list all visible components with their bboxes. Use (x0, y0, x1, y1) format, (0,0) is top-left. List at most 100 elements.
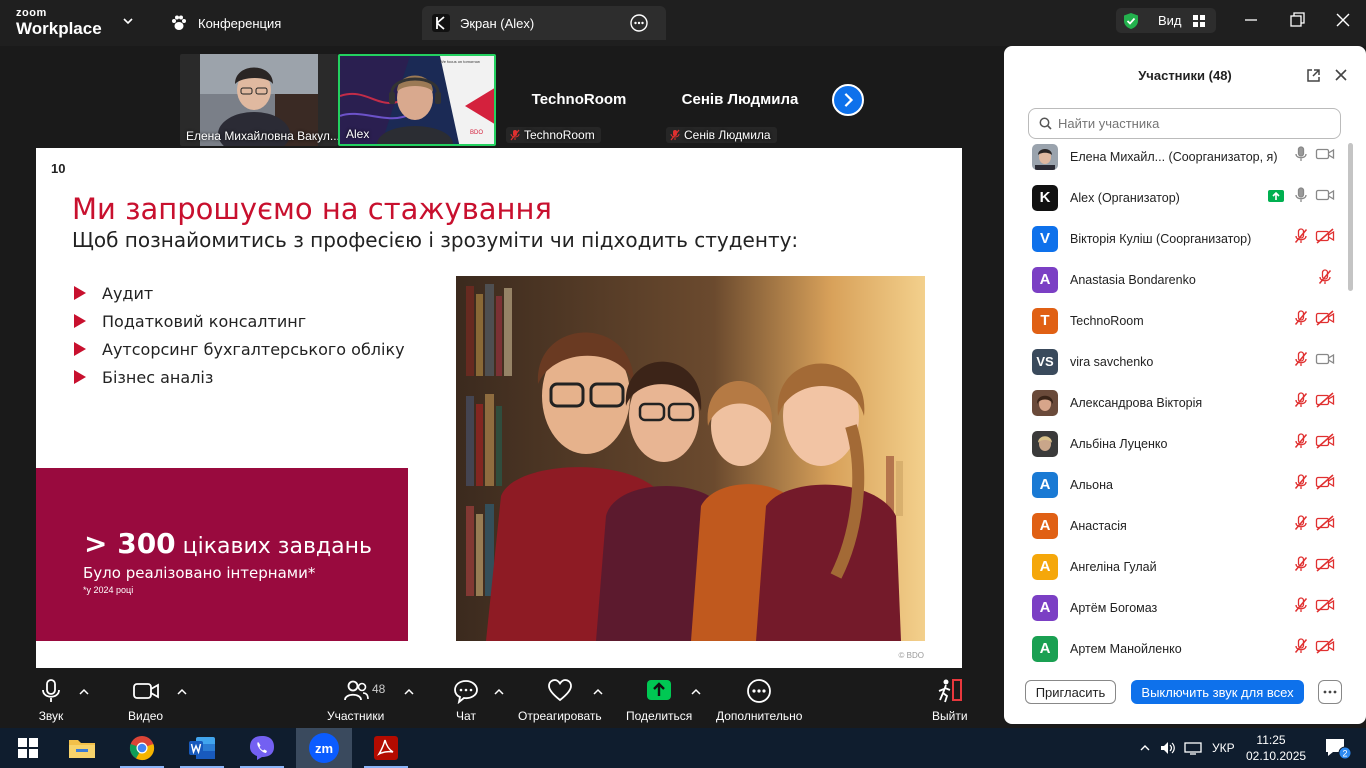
participant-row[interactable]: V Вікторія Куліш (Соорганизатор) (1004, 218, 1350, 259)
chevron-up-icon[interactable] (79, 688, 89, 696)
chevron-up-icon[interactable] (494, 688, 504, 696)
participant-row[interactable]: Альбіна Луценко (1004, 423, 1350, 464)
participant-row[interactable]: K Alex (Организатор) (1004, 177, 1350, 218)
taskbar-explorer[interactable] (54, 728, 110, 768)
viber-icon (250, 736, 274, 760)
shared-screen-slide[interactable]: 10 Ми запрошуємо на стажування Щоб позна… (36, 148, 962, 668)
video-tile-name: Alex (346, 127, 370, 141)
taskbar-word[interactable] (174, 728, 230, 768)
taskbar-viber[interactable] (234, 728, 290, 768)
video-tile-elena[interactable]: Елена Михайловна Вакул... (180, 54, 338, 146)
clock[interactable]: 11:25 02.10.2025 (1246, 732, 1306, 764)
chat-button[interactable]: Чат (453, 678, 479, 723)
more-button[interactable]: Дополнительно (716, 678, 802, 723)
participant-row[interactable]: A Артём Богомаз (1004, 587, 1350, 628)
participants-list[interactable]: Елена Михайл... (Соорганизатор, я) K Alex … (1004, 141, 1350, 666)
tab-conference[interactable]: Конференция (170, 6, 281, 40)
chevron-up-icon[interactable] (1140, 744, 1150, 752)
participant-row[interactable]: A Артем Манойленко (1004, 628, 1350, 666)
slide-heading: Ми запрошуємо на стажування (72, 192, 552, 226)
avatar: A (1032, 635, 1058, 662)
chevron-up-icon[interactable] (691, 688, 701, 696)
list-item: Бізнес аналіз (74, 363, 405, 391)
leave-icon (938, 679, 962, 703)
close-panel-icon[interactable] (1334, 68, 1348, 82)
list-item-text: Податковий консалтинг (102, 311, 307, 331)
video-off-icon (1315, 474, 1335, 495)
close-icon[interactable] (1333, 10, 1353, 30)
video-tile-alex[interactable]: BDO We focus on tomorrow Alex (338, 54, 496, 146)
chevron-up-icon[interactable] (177, 688, 187, 696)
scrollbar[interactable] (1348, 141, 1354, 666)
participant-row[interactable]: A Анастасія (1004, 505, 1350, 546)
next-page-button[interactable] (832, 84, 864, 116)
chat-icon (454, 680, 478, 704)
taskbar-zoom[interactable]: zm (296, 728, 352, 768)
volume-icon[interactable] (1160, 741, 1176, 755)
chevron-down-icon[interactable] (122, 15, 134, 27)
triangle-bullet-icon (74, 342, 86, 356)
participant-name: Артем Манойленко (1070, 641, 1182, 656)
share-button[interactable]: Поделиться (626, 678, 692, 723)
chevron-up-icon[interactable] (404, 688, 414, 696)
search-box[interactable] (1028, 108, 1341, 139)
more-label: Дополнительно (716, 709, 803, 723)
search-input[interactable] (1058, 116, 1318, 131)
avatar: A (1032, 512, 1058, 539)
more-options-icon[interactable] (630, 14, 648, 32)
participant-name: Ангеліна Гулай (1070, 559, 1157, 574)
participant-row[interactable]: A Ангеліна Гулай (1004, 546, 1350, 587)
language-indicator[interactable]: УКР (1212, 741, 1235, 755)
avatar (1032, 143, 1058, 170)
avatar: A (1032, 553, 1058, 580)
restore-icon[interactable] (1287, 10, 1307, 30)
mic-muted-icon (1294, 556, 1308, 577)
pop-out-icon[interactable] (1306, 68, 1321, 83)
minimize-icon[interactable] (1241, 10, 1261, 30)
view-menu[interactable]: Вид (1116, 8, 1216, 33)
tab-screen-share[interactable]: Экран (Alex) (422, 6, 666, 40)
panel-more-button[interactable] (1318, 680, 1342, 704)
grid-icon (1192, 14, 1205, 27)
shield-icon[interactable] (1122, 12, 1140, 30)
participants-panel: Участники (48) Елена Михайл... (Сооргани… (1004, 46, 1366, 724)
video-tile-name: Сенів Людмила (684, 128, 771, 142)
zoom-logo[interactable]: zoom Workplace (16, 8, 102, 38)
notifications-button[interactable]: 2 (1310, 728, 1366, 768)
leave-button[interactable]: Выйти (932, 678, 968, 723)
video-off-icon (1315, 638, 1335, 659)
invite-button[interactable]: Пригласить (1025, 680, 1116, 704)
chevron-up-icon[interactable] (593, 688, 603, 696)
video-tile-seniv[interactable]: Сенів Людмила Сенів Людмила (660, 54, 820, 146)
participant-row[interactable]: Александрова Вікторія (1004, 382, 1350, 423)
participant-row[interactable]: T TechnoRoom (1004, 300, 1350, 341)
audio-button[interactable]: Звук (38, 678, 64, 723)
mute-all-button[interactable]: Выключить звук для всех (1131, 680, 1304, 704)
video-button[interactable]: Видео (128, 678, 163, 723)
slide-bullet-list: Аудит Податковий консалтинг Аутсорсинг б… (74, 279, 405, 391)
mic-muted-icon (510, 129, 520, 141)
start-button[interactable] (0, 728, 56, 768)
promo-footnote: *у 2024 році (83, 585, 134, 595)
network-icon[interactable] (1184, 741, 1202, 755)
list-item: Аудит (74, 279, 405, 307)
mic-muted-icon (1294, 310, 1308, 331)
participant-row[interactable]: A Альона (1004, 464, 1350, 505)
participant-row[interactable]: VS vira savchenko (1004, 341, 1350, 382)
participant-row[interactable]: A Anastasia Bondarenko (1004, 259, 1350, 300)
list-item: Податковий консалтинг (74, 307, 405, 335)
triangle-bullet-icon (74, 314, 86, 328)
participant-row[interactable]: Елена Михайл... (Соорганизатор, я) (1004, 141, 1350, 177)
react-button[interactable]: Отреагировать (518, 678, 602, 723)
video-off-icon (1315, 310, 1335, 331)
taskbar-chrome[interactable] (114, 728, 170, 768)
video-tile-name-badge: Сенів Людмила (666, 127, 777, 143)
scrollbar-thumb[interactable] (1348, 143, 1353, 291)
video-tile-technoroom[interactable]: TechnoRoom TechnoRoom (500, 54, 658, 146)
participant-name: Alex (Организатор) (1070, 190, 1180, 205)
avatar: K (1032, 184, 1058, 211)
taskbar-acrobat[interactable] (358, 728, 414, 768)
video-tile-name: Елена Михайловна Вакул... (186, 129, 338, 143)
mic-muted-icon (1294, 433, 1308, 454)
participants-icon (343, 680, 369, 701)
